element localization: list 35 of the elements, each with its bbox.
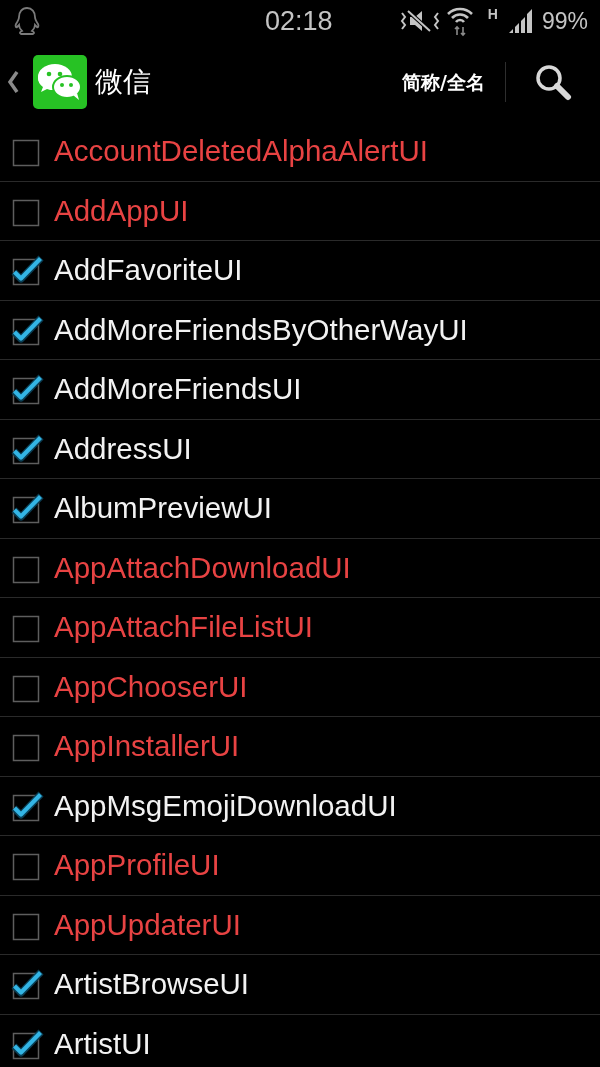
back-chevron-icon[interactable] [7,71,19,93]
checked-checkbox[interactable] [10,789,44,822]
vibrate-mute-icon [399,9,440,33]
checked-checkbox[interactable] [10,313,44,346]
activity-name: ArtistBrowseUI [54,966,250,1003]
checked-checkbox[interactable] [10,492,44,525]
activity-name: AppAttachDownloadUI [54,549,351,586]
activity-name: AppUpdaterUI [54,906,241,943]
checked-checkbox[interactable] [10,373,44,406]
activity-name: AppMsgEmojiDownloadUI [54,787,397,824]
activity-name: AddMoreFriendsUI [54,371,302,408]
activity-name: AppProfileUI [54,847,220,884]
checked-checkbox[interactable] [10,254,44,287]
activity-name: AppAttachFileListUI [54,609,314,646]
activity-name: AddAppUI [54,192,189,229]
battery-percentage: 99% [541,9,588,33]
name-toggle-button[interactable]: 简称/全名 [398,61,489,103]
wifi-icon [445,5,474,37]
checked-checkbox[interactable] [10,968,44,1001]
checked-checkbox[interactable] [10,432,44,465]
search-icon[interactable] [534,63,572,101]
network-type: H [487,5,498,24]
activity-name: AppInstallerUI [54,728,240,765]
penguin-icon [14,6,40,36]
activity-name: AddMoreFriendsByOtherWayUI [54,311,468,348]
clock-time: 02:18 [265,7,333,35]
checked-checkbox[interactable] [10,1027,44,1060]
activity-name: AddFavoriteUI [54,252,243,289]
activity-name: ArtistUI [54,1025,151,1062]
activity-name: AddressUI [54,430,192,467]
activity-name: AccountDeletedAlphaAlertUI [54,133,428,170]
activity-name: AlbumPreviewUI [54,490,273,527]
signal-icon [507,8,534,34]
activity-name: AppChooserUI [54,668,248,705]
app-title: 微信 [95,64,151,100]
